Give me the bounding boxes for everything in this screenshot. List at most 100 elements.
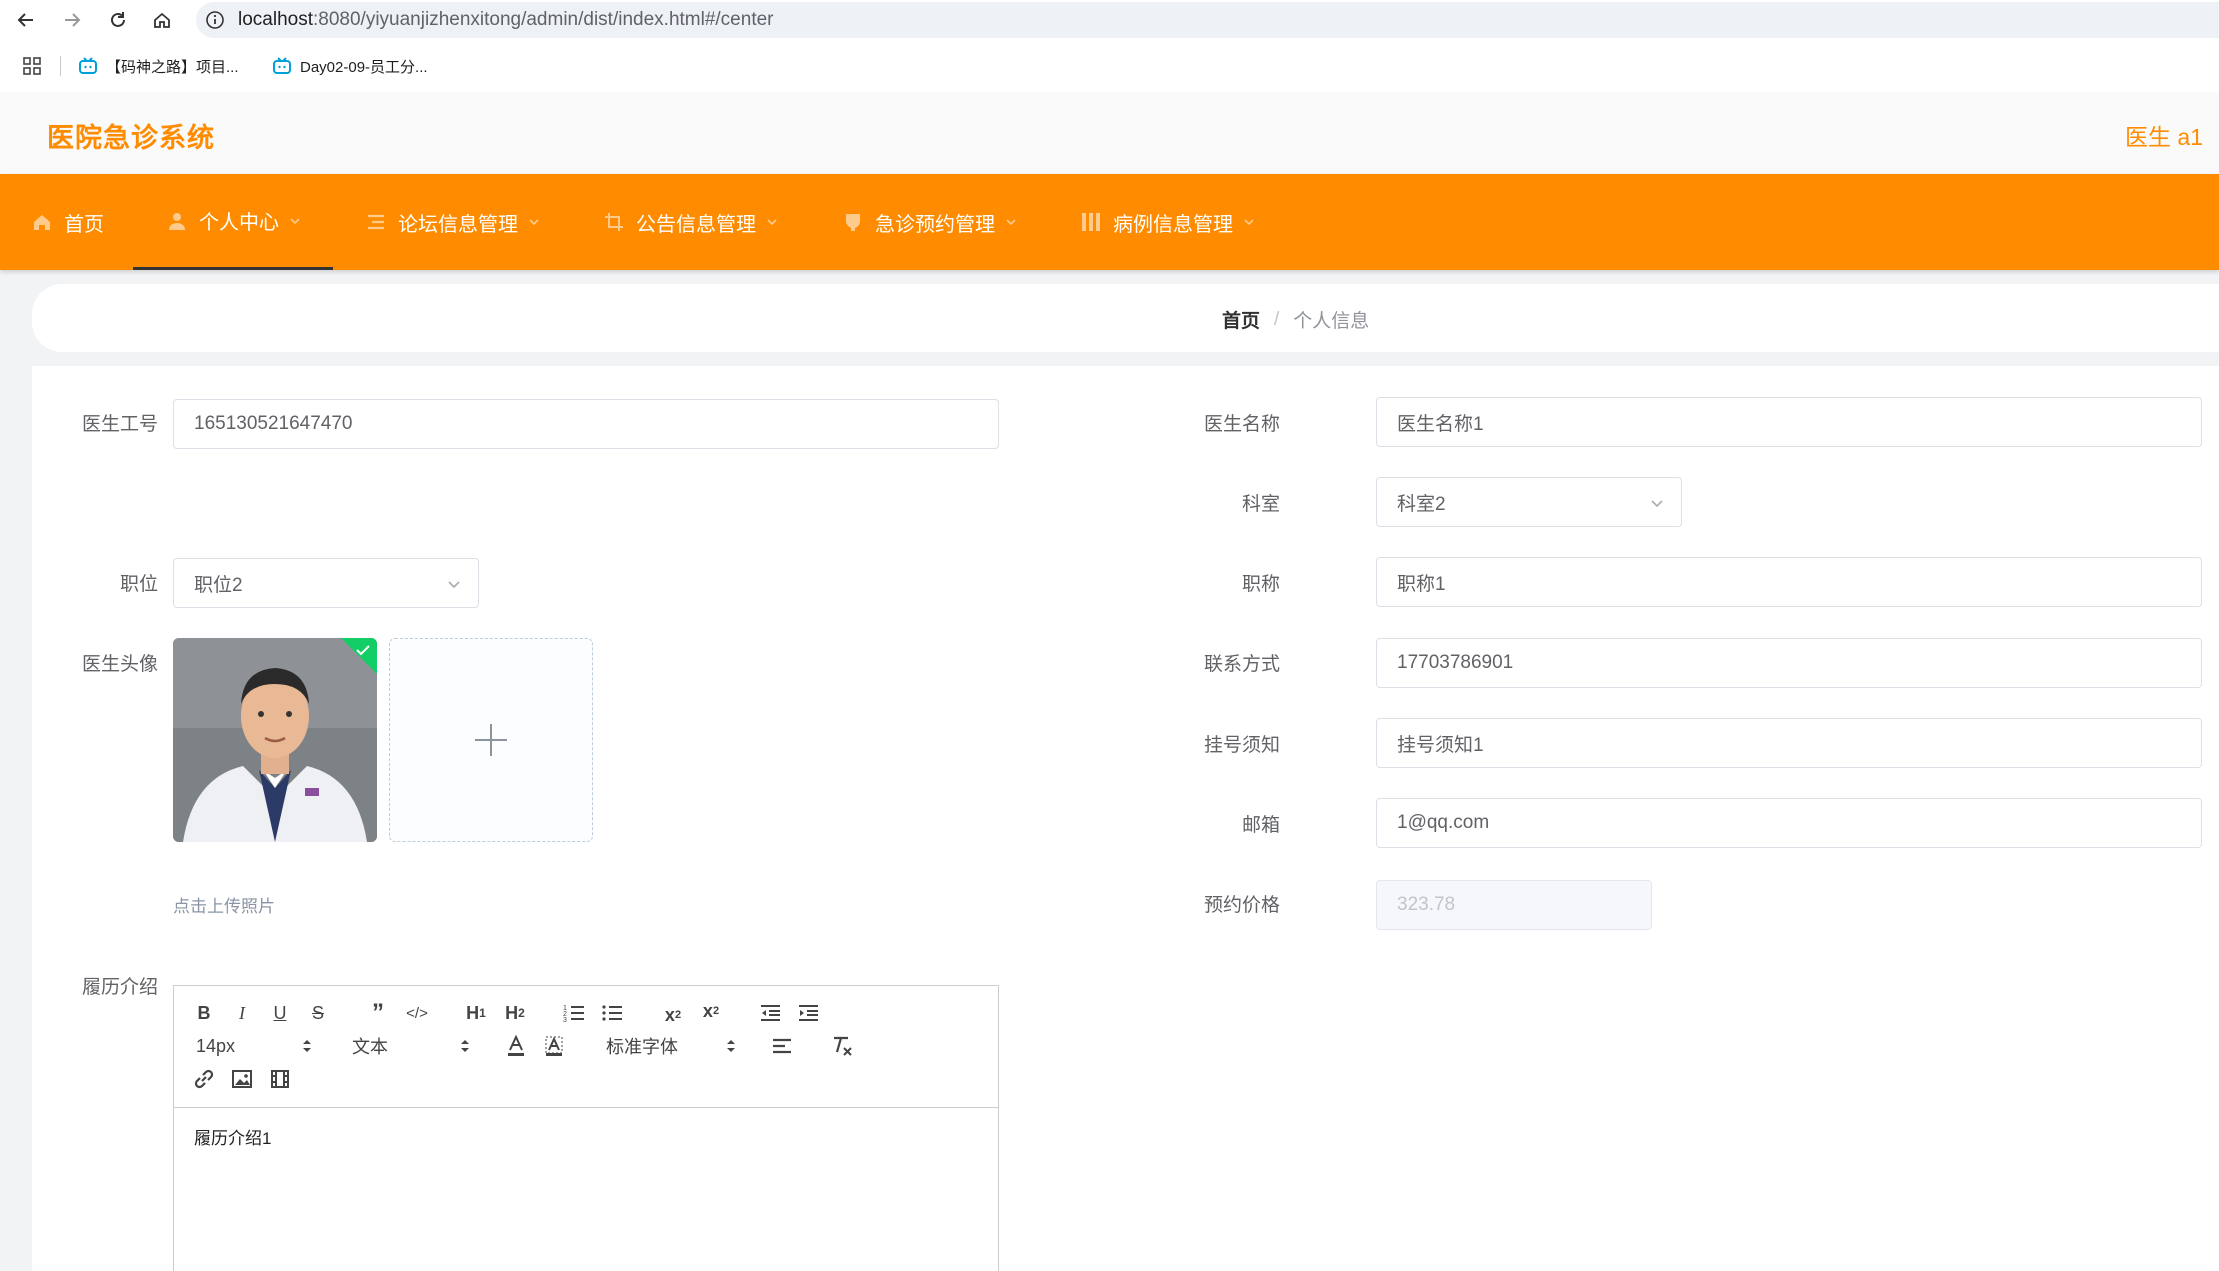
select-arrows-icon [461, 1040, 469, 1052]
chevron-down-icon [1006, 219, 1016, 226]
heading2-icon[interactable]: H2 [501, 1000, 529, 1026]
user-menu[interactable]: 医生 a1 [2125, 118, 2203, 152]
blockquote-icon[interactable]: ” [366, 999, 390, 1026]
select-arrows-icon [303, 1040, 311, 1052]
video-icon[interactable] [268, 1066, 292, 1092]
doctor-name-input[interactable]: 医生名称1 [1376, 397, 2202, 447]
menu-label: 首页 [64, 213, 104, 236]
code-block-icon[interactable]: </> [404, 1000, 430, 1026]
chevron-down-icon [529, 219, 539, 226]
bilibili-icon [273, 57, 291, 74]
menu-item-forum[interactable]: 论坛信息管理 [366, 174, 540, 270]
chevron-down-icon [448, 581, 460, 589]
price-label: 预约价格 [1203, 895, 1280, 916]
menu-label: 公告信息管理 [636, 213, 756, 236]
department-select[interactable]: 科室2 [1376, 477, 1682, 527]
italic-icon[interactable]: I [230, 1000, 254, 1026]
strike-icon[interactable]: S [306, 1000, 330, 1026]
ordered-list-icon[interactable]: 123 [562, 1000, 586, 1026]
url-text: localhost:8080/yiyuanjizhenxitong/admin/… [238, 9, 774, 30]
crop-icon [605, 213, 623, 231]
bilibili-icon [79, 57, 97, 74]
font-size-select[interactable]: 14px [196, 1033, 312, 1059]
address-bar[interactable]: localhost:8080/yiyuanjizhenxitong/admin/… [196, 2, 2219, 38]
upload-hint: 点击上传照片 [173, 897, 275, 916]
font-size-value: 14px [196, 1035, 236, 1056]
upload-button[interactable] [389, 638, 593, 842]
reload-icon[interactable] [104, 6, 132, 34]
list-icon [368, 214, 384, 230]
outdent-icon[interactable] [758, 1000, 782, 1026]
doctor-photo [173, 638, 377, 842]
link-icon[interactable] [192, 1066, 216, 1092]
bold-icon[interactable]: B [192, 1000, 216, 1026]
menu-label: 病例信息管理 [1113, 213, 1233, 236]
subscript-icon[interactable]: x2 [660, 1002, 686, 1028]
doctor-avatar[interactable] [173, 638, 377, 842]
notice-label: 挂号须知 [1203, 735, 1280, 756]
title-input[interactable]: 职称1 [1376, 557, 2202, 607]
breadcrumb-current: 个人信息 [1293, 311, 1370, 332]
heading1-icon[interactable]: H1 [462, 1000, 490, 1026]
menu-item-emergency-booking[interactable]: 急诊预约管理 [843, 174, 1017, 270]
price-input: 323.78 [1376, 880, 1652, 930]
chevron-down-icon [1651, 500, 1663, 508]
bullet-list-icon[interactable] [600, 1000, 624, 1026]
clear-format-icon[interactable] [830, 1033, 854, 1059]
home-browser-icon[interactable] [148, 6, 176, 34]
menu-label: 急诊预约管理 [875, 213, 995, 236]
select-arrows-icon [727, 1040, 735, 1052]
phone-label: 联系方式 [1203, 654, 1280, 675]
notice-input[interactable]: 挂号须知1 [1376, 718, 2202, 768]
editor-content[interactable]: 履历介绍1 [174, 1108, 998, 1165]
chevron-down-icon [1244, 219, 1254, 226]
apps-grid-icon[interactable] [22, 56, 42, 76]
position-select-value: 职位2 [194, 574, 243, 596]
title-label: 职称 [1241, 574, 1280, 595]
font-family-select[interactable]: 标准字体 [606, 1033, 736, 1059]
rich-text-editor: B I U S ” </> H1 H2 123 x2 x2 14px 文本 标准… [173, 985, 999, 1271]
bookmarks-bar: 【码神之路】项目... Day02-09-员工分... [0, 40, 2219, 92]
site-info-icon[interactable] [204, 9, 226, 31]
superscript-icon[interactable]: x2 [698, 998, 724, 1024]
bookmark-item[interactable]: 【码神之路】项目... [78, 54, 239, 78]
editor-toolbar: B I U S ” </> H1 H2 123 x2 x2 14px 文本 标准… [174, 986, 998, 1108]
font-family-value: 标准字体 [606, 1037, 678, 1057]
font-color-icon[interactable] [504, 1033, 528, 1059]
app-header: 医院急诊系统 医生 a1 [0, 92, 2219, 174]
resume-label: 履历介绍 [81, 977, 158, 998]
underline-icon[interactable]: U [268, 1000, 292, 1026]
main-menu: 首页 个人中心 论坛信息管理 公告信息管理 急诊预约管理 病例信息管理 [0, 174, 2219, 270]
menu-item-case[interactable]: 病例信息管理 [1081, 174, 1255, 270]
bookmark-label: 【码神之路】项目... [106, 58, 239, 76]
breadcrumb-card: 首页 / 个人信息 [32, 284, 2219, 352]
chevron-down-icon [767, 219, 777, 226]
breadcrumb-home[interactable]: 首页 [1222, 306, 1260, 333]
align-icon[interactable] [770, 1033, 794, 1059]
phone-input[interactable]: 17703786901 [1376, 638, 2202, 688]
position-select[interactable]: 职位2 [173, 558, 479, 608]
user-icon [169, 212, 185, 230]
browser-toolbar: localhost:8080/yiyuanjizhenxitong/admin/… [0, 0, 2219, 40]
plus-icon [475, 724, 507, 756]
breadcrumb: 首页 / 个人信息 [1222, 306, 1369, 333]
header-select[interactable]: 文本 [352, 1033, 470, 1059]
bookmark-item[interactable]: Day02-09-员工分... [272, 54, 428, 78]
background-color-icon[interactable] [542, 1033, 566, 1059]
image-icon[interactable] [230, 1066, 254, 1092]
forward-icon[interactable] [58, 6, 86, 34]
menu-item-personal-center[interactable]: 个人中心 [133, 174, 333, 270]
doctor-id-input[interactable]: 165130521647470 [173, 399, 999, 449]
svg-text:3: 3 [563, 1017, 567, 1023]
menu-item-notice[interactable]: 公告信息管理 [604, 174, 778, 270]
department-select-value: 科室2 [1397, 493, 1446, 515]
back-icon[interactable] [12, 6, 40, 34]
menu-label: 论坛信息管理 [398, 213, 518, 236]
chevron-down-icon [290, 217, 300, 224]
doctor-name-label: 医生名称 [1203, 414, 1280, 435]
menu-item-home[interactable]: 首页 [32, 174, 104, 270]
email-input[interactable]: 1@qq.com [1376, 798, 2202, 848]
grid-icon [1082, 213, 1100, 231]
doctor-id-label: 医生工号 [81, 414, 158, 435]
indent-icon[interactable] [796, 1000, 820, 1026]
